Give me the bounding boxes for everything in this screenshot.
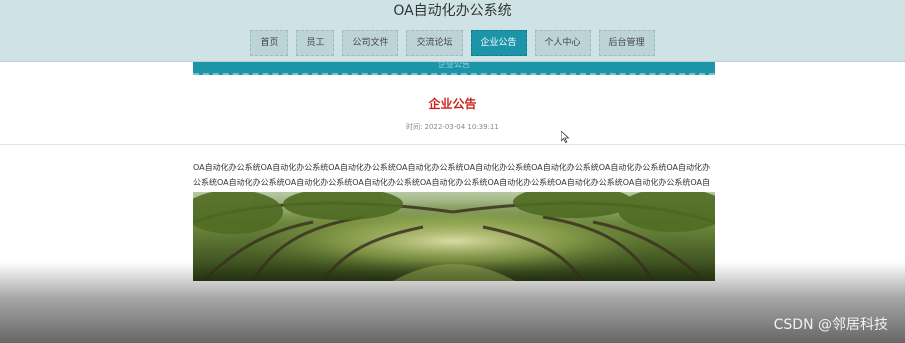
site-title: OA自动化办公系统 xyxy=(393,3,512,19)
nav-item-home[interactable]: 首页 xyxy=(250,30,289,56)
nav-item-staff[interactable]: 员工 xyxy=(296,30,335,56)
section-banner: 企业公告 xyxy=(193,62,715,75)
nav-item-forum[interactable]: 交流论坛 xyxy=(406,30,463,56)
mouse-cursor-icon xyxy=(561,131,569,143)
article-time: 时间: 2022-03-04 10:39:11 xyxy=(0,122,905,132)
nav-item-admin[interactable]: 后台管理 xyxy=(598,30,655,56)
nav-item-company-files[interactable]: 公司文件 xyxy=(342,30,399,56)
divider xyxy=(0,144,905,145)
article-title: 企业公告 xyxy=(428,97,477,111)
top-header: OA自动化办公系统 首页 员工 公司文件 交流论坛 企业公告 个人中心 后台管理 xyxy=(0,0,905,62)
watermark: CSDN @邻居科技 xyxy=(773,317,888,333)
article-image-forest xyxy=(193,192,715,281)
nav-item-announcements[interactable]: 企业公告 xyxy=(470,30,527,56)
main-nav: 首页 员工 公司文件 交流论坛 企业公告 个人中心 后台管理 xyxy=(0,30,905,56)
nav-item-personal-center[interactable]: 个人中心 xyxy=(534,30,591,56)
time-label: 时间: xyxy=(406,123,423,131)
time-value: 2022-03-04 10:39:11 xyxy=(424,123,499,131)
